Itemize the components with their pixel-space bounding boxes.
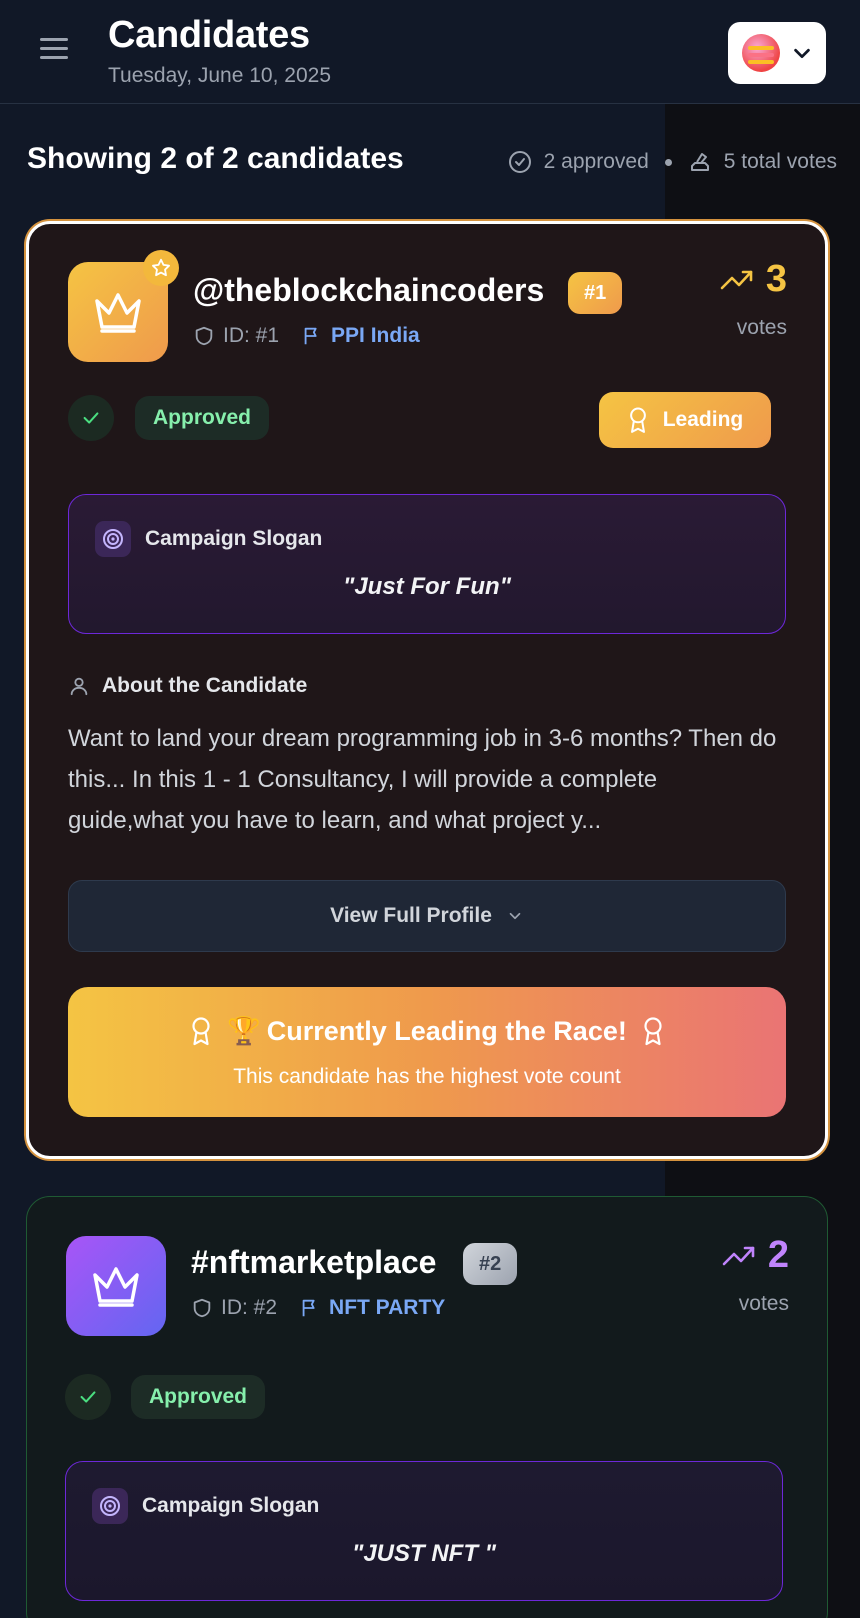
leading-label: Leading xyxy=(662,408,744,431)
vote-icon xyxy=(690,153,709,171)
view-profile-button[interactable]: View Full Profile xyxy=(68,880,786,952)
status-badge: Approved xyxy=(131,1375,266,1419)
app-header: Candidates Tuesday, June 10, 2025 xyxy=(0,0,860,104)
campaign-slogan: Campaign Slogan "Just For Fun" xyxy=(68,494,786,634)
vote-count: 3 xyxy=(720,258,787,301)
check-circle-icon xyxy=(508,151,531,173)
award-icon xyxy=(644,1017,662,1046)
race-title-label: Currently Leading the Race! xyxy=(266,1015,627,1046)
flag-icon xyxy=(302,1299,315,1317)
rank-badge: #2 xyxy=(463,1243,518,1285)
crown-icon xyxy=(66,1236,166,1336)
race-subtitle: This candidate has the highest vote coun… xyxy=(233,1065,621,1088)
candidate-card: #nftmarketplace #2 ID: #2 NFT PARTY 2 vo… xyxy=(26,1196,828,1618)
account-button[interactable] xyxy=(728,22,826,84)
flag-icon xyxy=(304,327,317,345)
slogan-heading-label: Campaign Slogan xyxy=(142,1494,320,1517)
candidate-meta: ID: #2 NFT PARTY xyxy=(191,1296,445,1320)
rank-badge: #1 xyxy=(568,272,623,314)
target-icon xyxy=(92,1488,128,1524)
view-profile-label: View Full Profile xyxy=(330,904,492,927)
check-icon xyxy=(65,1374,111,1420)
page-date: Tuesday, June 10, 2025 xyxy=(108,64,331,87)
status-badge: Approved xyxy=(135,396,270,440)
party-name: NFT PARTY xyxy=(329,1296,446,1319)
trending-up-icon xyxy=(722,1246,755,1265)
vote-number: 3 xyxy=(765,258,787,300)
trophy-icon: 🏆 xyxy=(227,1016,261,1046)
vote-count: 2 xyxy=(722,1234,789,1277)
candidate-meta: ID: #1 PPI India xyxy=(193,324,420,348)
candidate-name: @theblockchaincoders xyxy=(193,272,545,308)
stats-bar: 2 approved 5 total votes xyxy=(508,150,837,174)
party-name: PPI India xyxy=(331,324,420,347)
chevron-down-icon xyxy=(794,48,810,59)
chevron-down-icon xyxy=(509,912,521,920)
user-icon xyxy=(70,677,88,696)
award-icon xyxy=(192,1017,210,1046)
campaign-slogan: Campaign Slogan "JUST NFT " xyxy=(65,1461,783,1601)
target-icon xyxy=(95,521,131,557)
results-summary: Showing 2 of 2 candidates 2 approved 5 t… xyxy=(27,140,837,184)
award-icon xyxy=(629,407,646,433)
approved-count: 2 approved xyxy=(543,150,649,173)
total-votes: 5 total votes xyxy=(723,150,837,173)
leading-badge: Leading xyxy=(599,392,771,448)
check-icon xyxy=(68,395,114,441)
shield-icon xyxy=(193,1298,211,1318)
candidate-card: @theblockchaincoders #1 ID: #1 PPI India… xyxy=(26,221,828,1159)
slogan-heading: Campaign Slogan xyxy=(92,1488,319,1524)
shield-icon xyxy=(195,326,213,346)
about-heading-label: About the Candidate xyxy=(102,674,308,697)
trending-up-icon xyxy=(720,270,753,289)
candidate-name: #nftmarketplace xyxy=(191,1244,437,1280)
candidate-id: ID: #2 xyxy=(221,1296,278,1319)
vote-number: 2 xyxy=(767,1234,789,1276)
slogan-heading: Campaign Slogan xyxy=(95,521,322,557)
menu-icon[interactable] xyxy=(40,38,70,64)
slogan-heading-label: Campaign Slogan xyxy=(145,527,323,550)
separator-dot xyxy=(664,158,672,166)
results-count: Showing 2 of 2 candidates xyxy=(27,142,404,175)
page-title: Candidates xyxy=(108,14,310,56)
slogan-text: "Just For Fun" xyxy=(342,573,512,600)
votes-label: votes xyxy=(738,1292,789,1315)
leading-banner: 🏆 Currently Leading the Race! This candi… xyxy=(68,987,786,1117)
candidate-description: Want to land your dream programming job … xyxy=(68,725,777,834)
votes-label: votes xyxy=(736,316,787,339)
candidate-id: ID: #1 xyxy=(223,324,280,347)
slogan-text: "JUST NFT " xyxy=(351,1540,497,1567)
about-heading: About the Candidate xyxy=(68,674,307,698)
race-title: 🏆 Currently Leading the Race! xyxy=(68,1015,786,1047)
avatar xyxy=(742,34,780,72)
star-icon xyxy=(143,250,179,286)
